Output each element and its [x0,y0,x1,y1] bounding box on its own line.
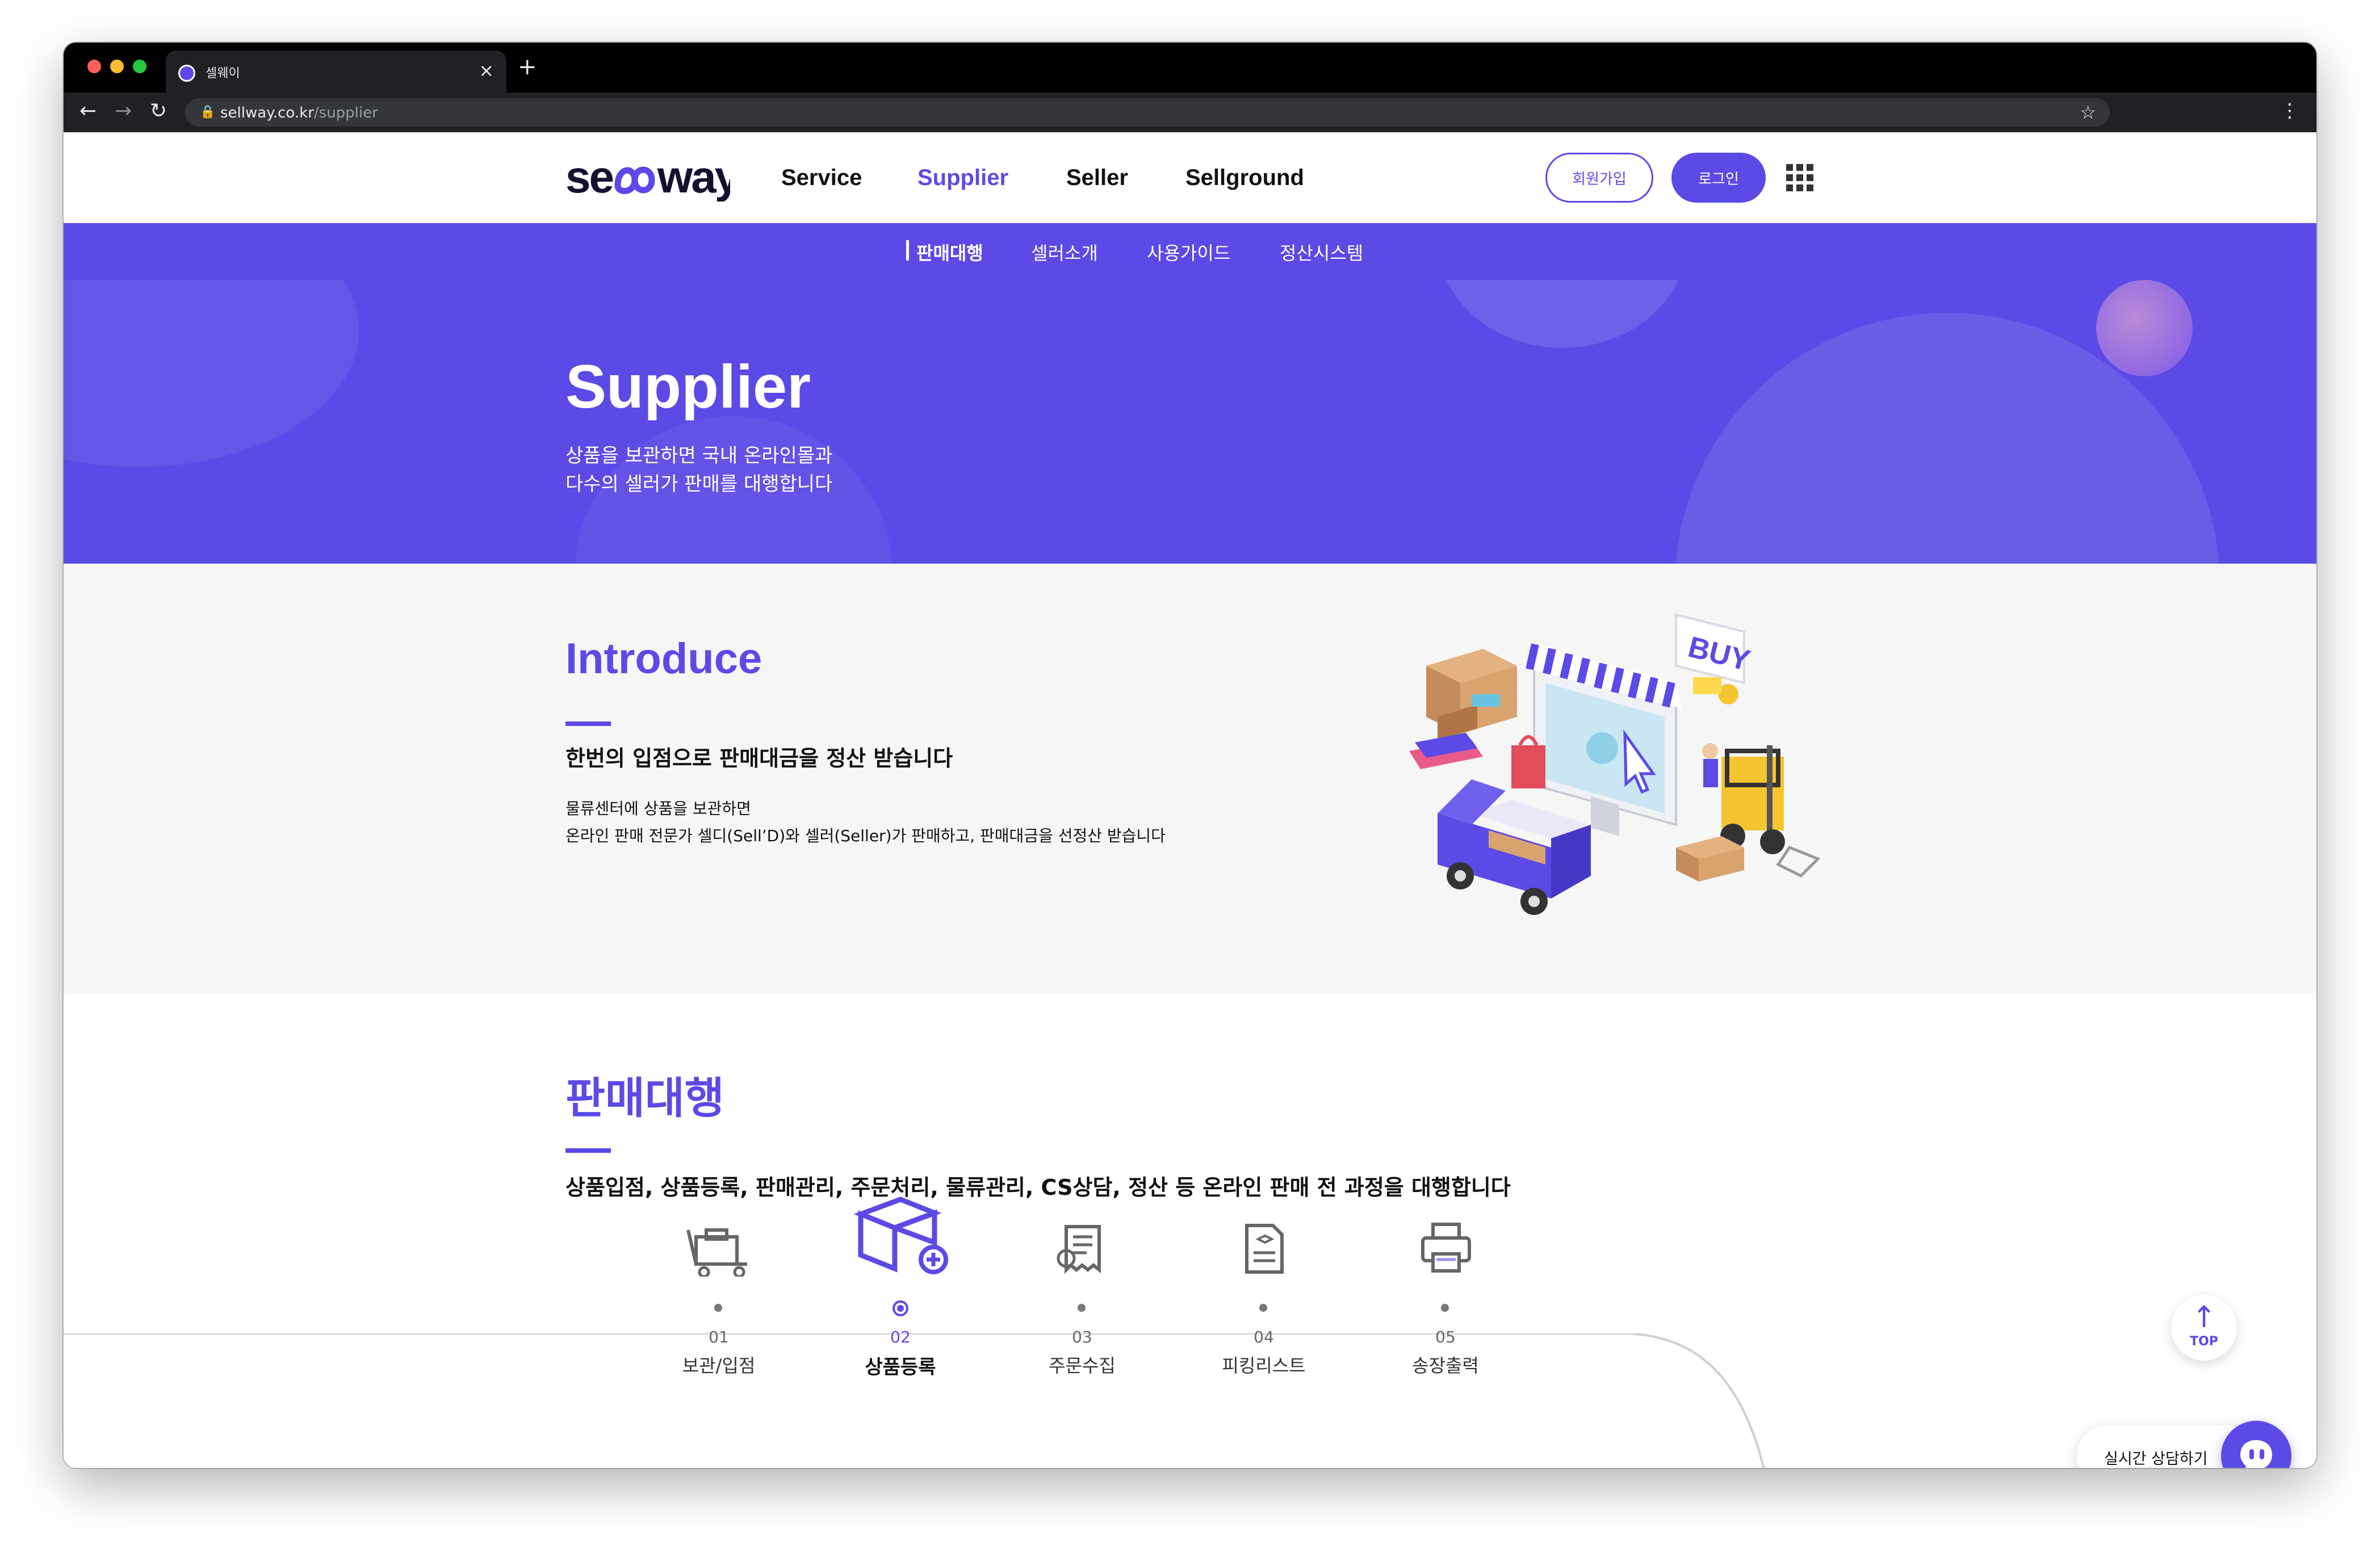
sales-agency-section: 판매대행 상품입점, 상품등록, 판매관리, 주문처리, 물류관리, CS상담,… [64,993,2316,1468]
section-subtitle: 상품입점, 상품등록, 판매관리, 주문처리, 물류관리, CS상담, 정산 등… [565,1175,1511,1200]
hero-description-line: 상품을 보관하면 국내 온라인몰과 [565,444,833,467]
document-list-icon [1245,1224,1284,1274]
step-number: 02 [890,1328,911,1346]
close-window-button[interactable] [87,60,101,73]
top-label: TOP [2190,1334,2218,1349]
new-tab-icon[interactable]: + [518,54,537,80]
step-dot [1078,1304,1086,1312]
web-page: se way Service Supplier Seller Sellgroun… [64,132,2316,1468]
section-body-line: 온라인 판매 전문가 셀디(Sell’D)와 셀러(Seller)가 판매하고,… [565,826,1166,845]
decor-circle [1438,280,1687,348]
subnav-settlement[interactable]: 정산시스템 [1280,239,1363,265]
url-path: /supplier [313,104,378,121]
section-rule [565,721,611,726]
box-add-icon [853,1197,948,1274]
tab-title: 셀웨이 [206,66,240,81]
step-dot-active [892,1300,908,1316]
chat-bubble-icon [2240,1440,2272,1468]
section-subtitle: 한번의 입점으로 판매대금을 정산 받습니다 [565,746,953,771]
address-bar[interactable]: 🔒 sellway.co.kr/supplier ☆ [185,98,2110,127]
ecommerce-illustration: BUY [1409,613,1821,915]
step-dot [1259,1304,1267,1312]
warehouse-cart-icon [686,1228,747,1277]
section-title: 판매대행 [565,1074,724,1123]
step-dot [714,1304,722,1312]
printer-icon [1421,1223,1471,1273]
login-button[interactable]: 로그인 [1671,153,1766,203]
introduce-section: Introduce 한번의 입점으로 판매대금을 정산 받습니다 물류센터에 상… [64,564,2316,993]
browser-tab[interactable]: 셀웨이 × [166,51,506,93]
browser-toolbar: ← → ↻ 🔒 sellway.co.kr/supplier ☆ ⋮ [64,93,2316,132]
hero-banner: Supplier 상품을 보관하면 국내 온라인몰과 다수의 셀러가 판매를 대… [64,280,2316,564]
nav-supplier[interactable]: Supplier [917,165,1008,191]
sub-navigation: 판매대행 셀러소개 사용가이드 정산시스템 [64,223,2316,280]
back-arrow-icon[interactable]: ← [79,99,97,123]
step-dot [1441,1304,1449,1312]
step-label: 피킹리스트 [1222,1355,1306,1376]
scroll-to-top-button[interactable]: ↑ TOP [2171,1295,2237,1361]
nav-sellground[interactable]: Sellground [1185,165,1304,191]
nav-seller[interactable]: Seller [1066,165,1128,191]
subnav-sales-agency[interactable]: 판매대행 [916,239,983,265]
maximize-window-button[interactable] [133,60,146,73]
arrow-up-icon: ↑ [2192,1300,2216,1334]
step-label: 상품등록 [865,1356,936,1379]
decor-circle [64,280,359,467]
site-header: se way Service Supplier Seller Sellgroun… [64,132,2316,223]
active-indicator [906,240,909,261]
section-body-line: 물류센터에 상품을 보관하면 [565,799,751,818]
subnav-user-guide[interactable]: 사용가이드 [1147,239,1230,265]
lock-icon: 🔒 [200,105,216,119]
browser-window: 셀웨이 × + ← → ↻ 🔒 sellway.co.kr/supplier ☆… [64,43,2316,1468]
section-rule [565,1148,611,1153]
step-number: 04 [1254,1328,1274,1346]
nav-service[interactable]: Service [781,165,862,191]
step-number: 03 [1072,1328,1092,1346]
decor-circle-orb [2096,280,2193,376]
bookmark-star-icon[interactable]: ☆ [2080,102,2096,123]
step-label: 주문수집 [1049,1355,1116,1376]
chat-label-text: 실시간 상담하기 [2104,1450,2208,1468]
minimize-window-button[interactable] [110,60,124,73]
forward-arrow-icon[interactable]: → [115,99,132,123]
subnav-seller-intro[interactable]: 셀러소개 [1031,239,1098,265]
steps-timeline-curve [64,1333,1765,1468]
sellway-logo[interactable]: se way [565,152,742,213]
browser-tabbar: 셀웨이 × + [64,43,2316,93]
step-number: 05 [1435,1328,1456,1346]
tab-close-icon[interactable]: × [479,60,494,81]
reload-icon[interactable]: ↻ [150,99,167,123]
step-label: 보관/입점 [682,1355,756,1376]
logo-wordmark: se way [565,152,742,202]
receipt-icon [1057,1225,1101,1274]
signup-button[interactable]: 회원가입 [1545,153,1653,203]
svg-text:way: way [657,154,730,202]
step-label: 송장출력 [1412,1355,1479,1376]
hero-title: Supplier [565,352,811,421]
live-chat-button[interactable] [2221,1421,2291,1468]
apps-grid-icon[interactable] [1786,164,1813,191]
svg-text:se: se [565,154,613,202]
url-text: sellway.co.kr/supplier [220,104,378,121]
section-title: Introduce [565,635,762,683]
hero-description-line: 다수의 셀러가 판매를 대행합니다 [565,473,833,496]
browser-menu-icon[interactable]: ⋮ [2280,99,2299,122]
step-number: 01 [709,1328,729,1346]
url-host: sellway.co.kr [220,104,314,121]
favicon-icon [178,65,195,82]
